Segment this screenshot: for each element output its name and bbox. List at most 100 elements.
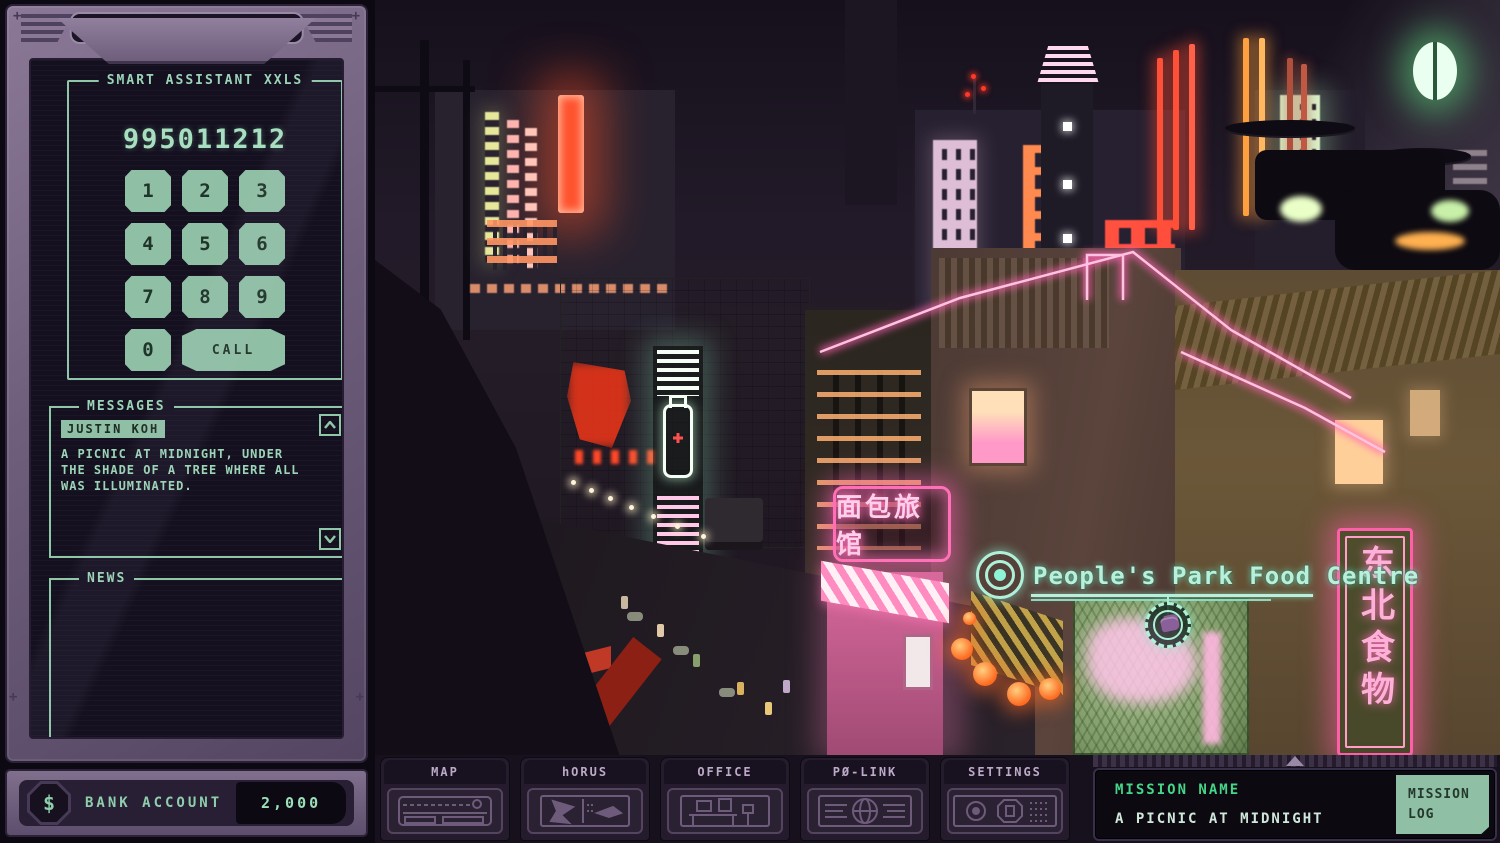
target-reticle-icon[interactable] (976, 551, 1024, 599)
neon-tube-red (1173, 50, 1179, 230)
location-underline (1031, 594, 1313, 597)
scroll-down-button[interactable] (319, 528, 341, 550)
mission-name-text: A PICNIC AT MIDNIGHT (1115, 811, 1324, 827)
lit-window (969, 388, 1027, 466)
drone-light (1280, 196, 1322, 222)
pedestrian (693, 654, 700, 667)
bottom-nav-bar: MAP hORUS (375, 755, 1500, 843)
neon-tube-red (1189, 44, 1195, 230)
street-lamp (608, 496, 613, 501)
hand-cursor-icon (1160, 615, 1181, 632)
bank-balance-value: 2,000 (236, 782, 346, 824)
location-underline (1031, 599, 1271, 601)
message-sender[interactable]: JUSTIN KOH (61, 420, 165, 438)
keypad-key-4[interactable]: 4 (125, 223, 171, 265)
dialed-number-display: 995011212 (69, 124, 341, 155)
street-lamp (701, 534, 706, 539)
mission-panel: MISSION NAME A PICNIC AT MIDNIGHT MISSIO… (1093, 768, 1497, 841)
mission-log-button[interactable]: MISSION LOG (1393, 775, 1489, 834)
news-section: NEWS (49, 578, 344, 739)
smart-assistant-panel: + + + + 08/03/32 MON 07:42 SMART ASSISTA… (0, 0, 375, 843)
dollar-coin-icon: $ (27, 781, 71, 825)
red-lantern-row (575, 450, 655, 464)
bank-account-bar: $ BANK ACCOUNT 2,000 (5, 769, 368, 837)
keypad-key-5[interactable]: 5 (182, 223, 228, 265)
menu-board (903, 634, 933, 690)
po-link-globe-icon (807, 788, 923, 834)
street-lamp (629, 505, 634, 510)
pharmacy-bottle-sign (653, 346, 703, 566)
pedestrian (765, 702, 772, 715)
map-icon (387, 788, 503, 834)
pedestrian (737, 682, 744, 695)
nav-label: MAP (384, 760, 506, 784)
scaffold-bar (375, 86, 475, 92)
drone-light-orange (1395, 232, 1465, 250)
nav-button-office[interactable]: OFFICE (660, 757, 790, 841)
antenna-mast (973, 78, 976, 114)
pink-storefront (827, 572, 943, 755)
nav-label: OFFICE (664, 760, 786, 784)
tiled-roof (1175, 270, 1500, 390)
lantern (1007, 682, 1031, 706)
nav-button-settings[interactable]: SETTINGS (940, 757, 1070, 841)
keypad-key-9[interactable]: 9 (239, 276, 285, 318)
street-lamp (589, 488, 594, 493)
truck (705, 498, 763, 550)
nav-label: hORUS (524, 760, 646, 784)
drone-rotor-icon (1225, 120, 1355, 136)
bottle-icon (663, 404, 693, 478)
window-lights-warm (487, 220, 557, 270)
call-button[interactable]: CALL (182, 329, 285, 371)
lit-window (1410, 390, 1440, 436)
smart-assistant-section: SMART ASSISTANT XXLS 995011212 1 2 3 4 5… (67, 80, 343, 380)
wood-slats (939, 258, 1109, 348)
lantern (951, 638, 973, 660)
screw-icon: + (352, 8, 360, 24)
drone-light (1431, 200, 1469, 222)
keypad-key-0[interactable]: 0 (125, 329, 171, 371)
lit-window (1335, 420, 1383, 484)
office-desk-icon (667, 788, 783, 834)
street-lamp (651, 514, 656, 519)
dial-keypad: 1 2 3 4 5 6 7 8 9 0 CALL (125, 170, 285, 371)
nav-label: PØ-LINK (804, 760, 926, 784)
neon-red-window-strip (558, 95, 584, 213)
bank-account-inner: $ BANK ACCOUNT 2,000 (19, 780, 354, 826)
dollar-symbol: $ (30, 784, 68, 822)
keypad-key-8[interactable]: 8 (182, 276, 228, 318)
phone-screen: SMART ASSISTANT XXLS 995011212 1 2 3 4 5… (29, 58, 344, 739)
chevron-down-icon (324, 535, 336, 543)
pedestrian (621, 596, 628, 609)
hotel-neon-text: 面包旅馆 (836, 487, 948, 561)
keypad-key-2[interactable]: 2 (182, 170, 228, 212)
street-lamp (675, 524, 680, 529)
medical-cross-icon (673, 433, 683, 443)
mission-panel-ridge (1093, 755, 1497, 767)
keypad-key-3[interactable]: 3 (239, 170, 285, 212)
city-scene: 面包旅馆 (375, 0, 1500, 755)
chimney-silhouette (845, 0, 897, 205)
expand-triangle-icon[interactable] (1286, 756, 1304, 766)
nav-button-horus[interactable]: hORUS (520, 757, 650, 841)
nav-button-map[interactable]: MAP (380, 757, 510, 841)
keypad-key-6[interactable]: 6 (239, 223, 285, 265)
bank-account-label: BANK ACCOUNT (85, 795, 222, 811)
street-lamp (571, 480, 576, 485)
phone-bezel: + + + + 08/03/32 MON 07:42 SMART ASSISTA… (5, 4, 368, 763)
keypad-key-7[interactable]: 7 (125, 276, 171, 318)
lantern (973, 662, 997, 686)
scroll-up-button[interactable] (319, 414, 341, 436)
screw-icon: + (9, 689, 17, 705)
messages-section: MESSAGES JUSTIN KOH A PICNIC AT MIDNIGHT… (49, 406, 344, 558)
screw-icon: + (13, 8, 21, 24)
keypad-key-1[interactable]: 1 (125, 170, 171, 212)
location-pin-marker[interactable] (1145, 602, 1191, 648)
news-title: NEWS (79, 571, 134, 586)
location-label[interactable]: People's Park Food Centre (1033, 562, 1419, 590)
nav-button-po-link[interactable]: PØ-LINK (800, 757, 930, 841)
mission-header-label: MISSION NAME (1115, 782, 1240, 798)
hotel-neon-sign: 面包旅馆 (833, 486, 951, 562)
lantern (1039, 678, 1061, 700)
street-table (719, 688, 735, 697)
